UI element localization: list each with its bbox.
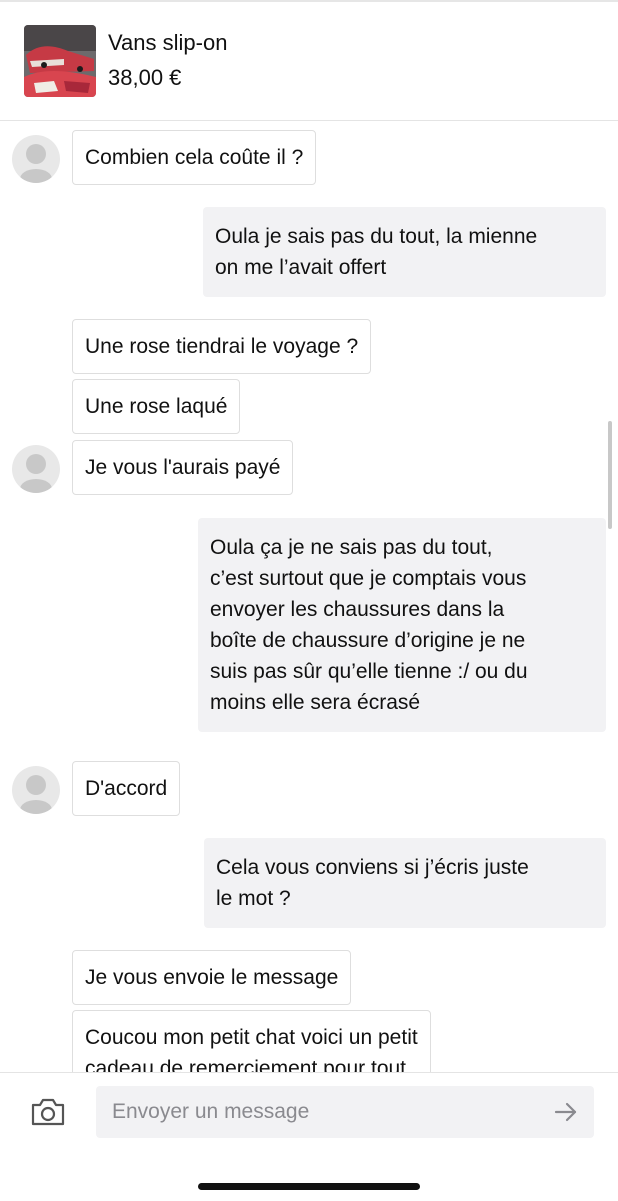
- incoming-message: Combien cela coûte il ?: [72, 130, 317, 185]
- home-indicator[interactable]: [198, 1183, 420, 1190]
- avatar[interactable]: [12, 135, 60, 183]
- message-thread[interactable]: Combien cela coûte il ? Oula je sais pas…: [0, 121, 618, 1072]
- product-price: 38,00 €: [108, 65, 182, 90]
- incoming-message: Coucou mon petit chat voici un petit cad…: [72, 1010, 431, 1072]
- arrow-right-icon[interactable]: [553, 1100, 579, 1124]
- incoming-message: Une rose tiendrai le voyage ?: [72, 319, 372, 374]
- incoming-message: D'accord: [72, 761, 181, 816]
- product-thumbnail[interactable]: [24, 25, 96, 97]
- outgoing-message: Oula ça je ne sais pas du tout, c’est su…: [198, 518, 606, 732]
- camera-icon[interactable]: [30, 1097, 66, 1127]
- item-header[interactable]: Vans slip-on 38,00 €: [0, 2, 618, 121]
- message-composer: [0, 1072, 618, 1201]
- avatar[interactable]: [12, 766, 60, 814]
- incoming-message: Une rose laqué: [72, 379, 241, 434]
- incoming-message: Je vous l'aurais payé: [72, 440, 294, 495]
- avatar[interactable]: [12, 445, 60, 493]
- outgoing-message: Cela vous conviens si j’écris juste le m…: [204, 838, 606, 928]
- scrollbar[interactable]: [608, 421, 612, 529]
- incoming-message: Je vous envoie le message: [72, 950, 352, 1005]
- product-title[interactable]: Vans slip-on: [108, 30, 227, 56]
- outgoing-message: Oula je sais pas du tout, la mienne on m…: [203, 207, 606, 297]
- message-input[interactable]: [96, 1086, 594, 1138]
